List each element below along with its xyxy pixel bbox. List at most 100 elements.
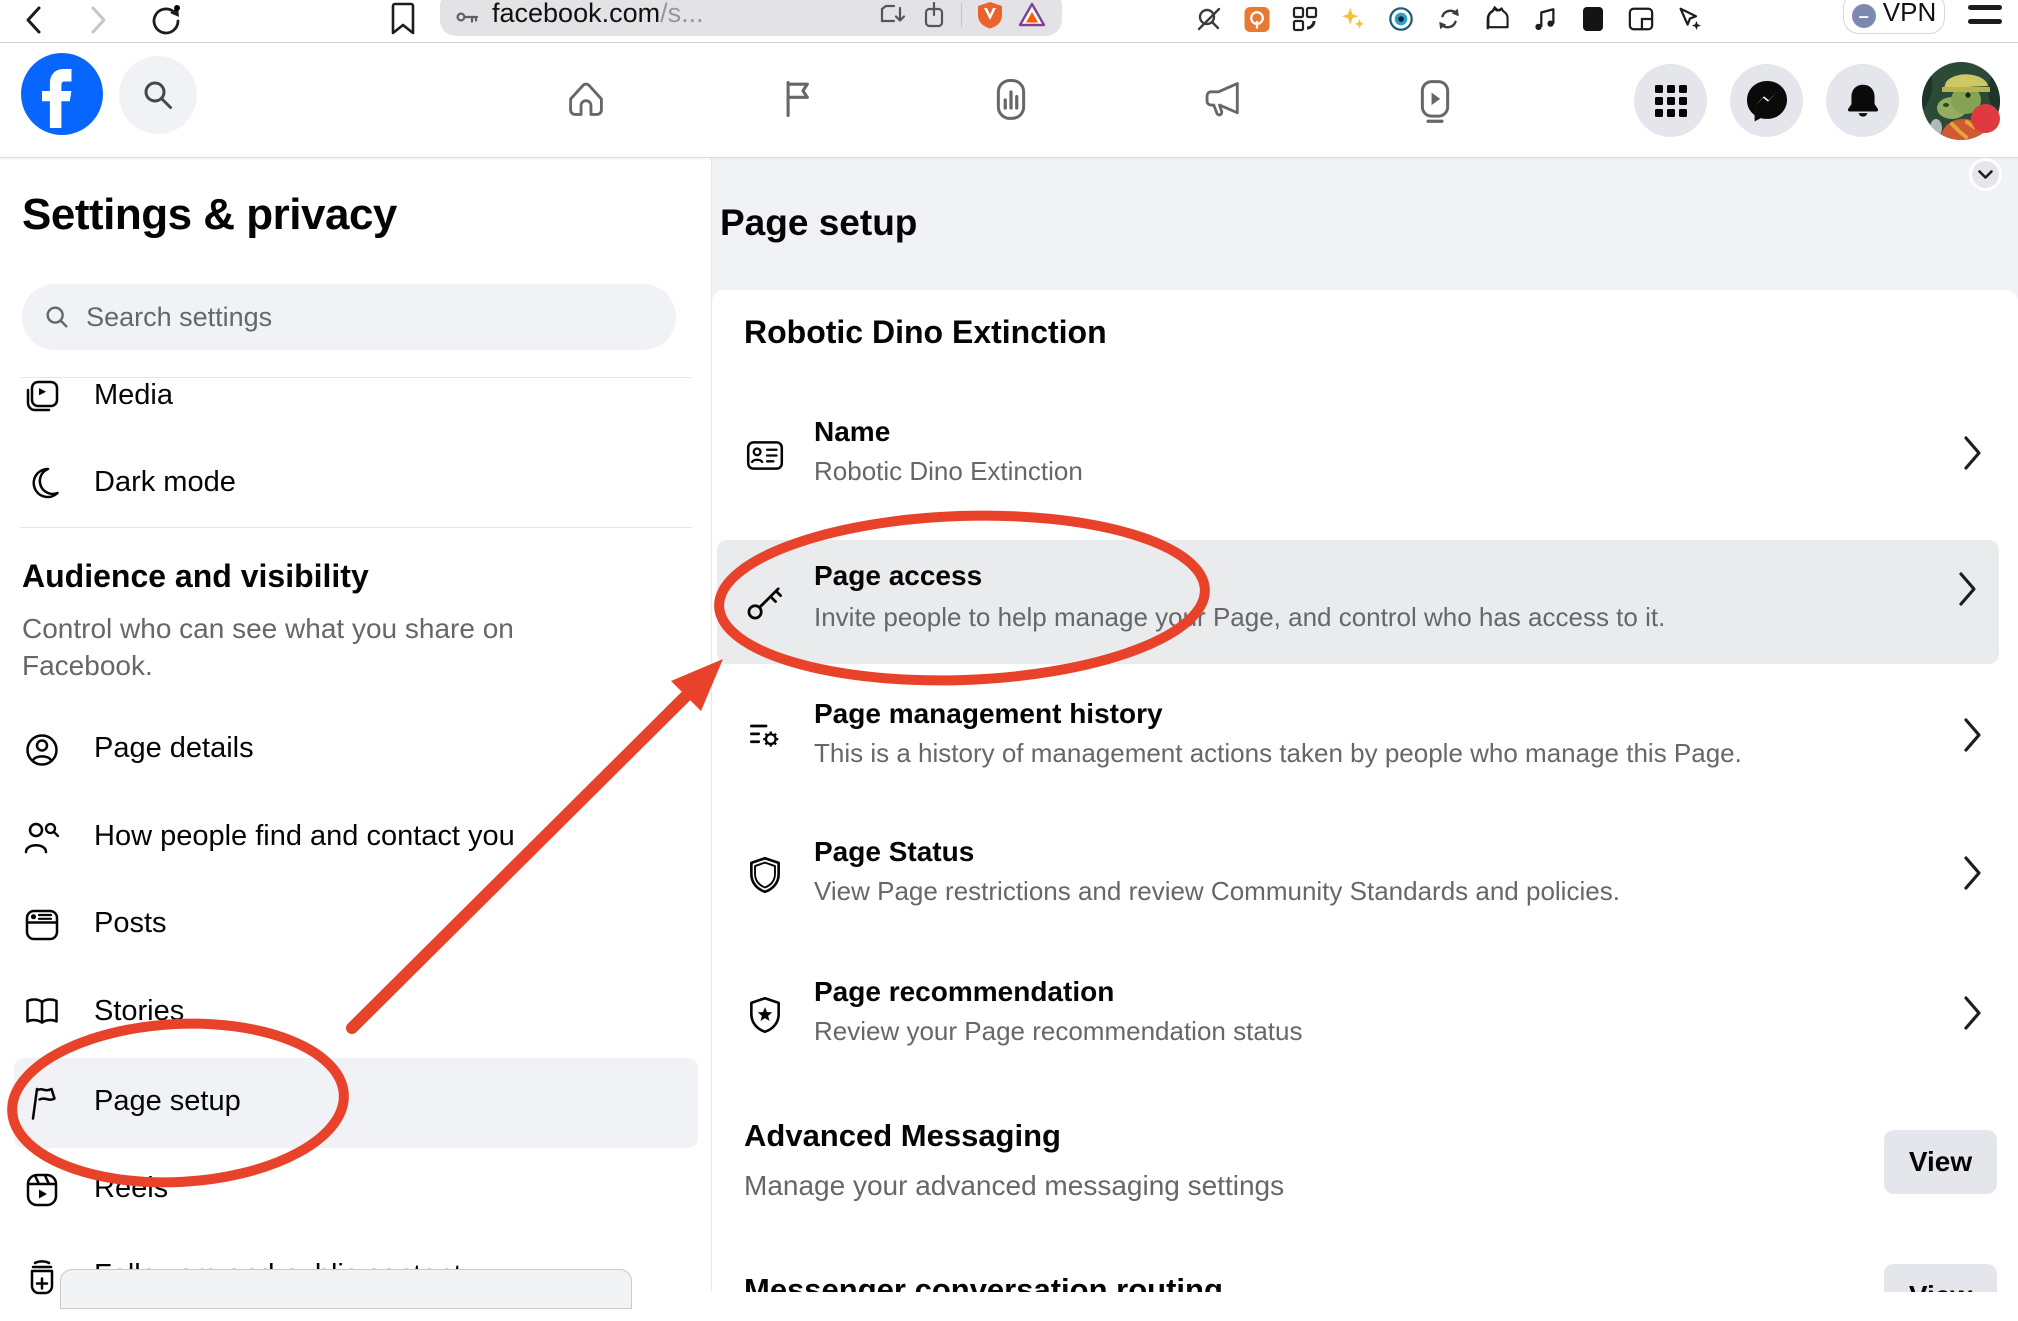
qr-extension-icon[interactable] <box>1292 6 1318 32</box>
back-icon[interactable] <box>22 4 46 36</box>
url-bar[interactable]: facebook.com/s... <box>440 0 1062 36</box>
eye-extension-icon[interactable] <box>1388 6 1414 32</box>
book-icon <box>22 993 62 1033</box>
messenger-icon <box>1744 78 1790 124</box>
divider <box>20 527 692 528</box>
shield-star-icon <box>744 994 786 1036</box>
forward-icon[interactable] <box>86 4 110 36</box>
black-square-extension-icon[interactable] <box>1580 6 1606 32</box>
sidebar-item-label: Dark mode <box>94 466 236 499</box>
chevron-right-icon <box>1962 854 1984 892</box>
row-subtitle: This is a history of management actions … <box>814 738 1742 769</box>
media-icon <box>22 377 62 417</box>
search-disabled-icon[interactable] <box>1196 6 1222 32</box>
sidebar-section-description: Control who can see what you share on Fa… <box>22 610 622 684</box>
passkey-icon <box>456 5 480 29</box>
sidebar-item-dark-mode[interactable]: Dark mode <box>0 440 712 528</box>
bell-icon <box>1842 80 1884 122</box>
video-nav-icon[interactable] <box>1412 77 1458 123</box>
divider <box>961 3 962 27</box>
sidebar-item-media[interactable]: Media <box>0 353 712 441</box>
browser-menu-icon[interactable] <box>1968 5 2002 33</box>
sidebar-title: Settings & privacy <box>22 190 397 240</box>
sidebar-item-label: Media <box>94 379 173 412</box>
chevron-right-icon <box>1962 434 1984 472</box>
settings-row-name[interactable]: Name Robotic Dino Extinction <box>712 408 2018 504</box>
recycle-extension-icon[interactable] <box>1436 6 1462 32</box>
messenger-button[interactable] <box>1730 64 1803 137</box>
music-notes-extension-icon[interactable] <box>1532 6 1558 32</box>
link-preview-bubble <box>60 1269 632 1309</box>
facebook-logo[interactable] <box>21 53 103 135</box>
sparkles-extension-icon[interactable] <box>1340 6 1366 32</box>
page-name-heading: Robotic Dino Extinction <box>744 314 1107 351</box>
home-nav-icon[interactable] <box>563 77 609 121</box>
key-icon <box>743 580 787 624</box>
sidebar-item-posts[interactable]: Posts <box>0 881 712 969</box>
sidebar-item-reels[interactable]: Reels <box>0 1146 712 1234</box>
chevron-right-icon <box>1957 570 1979 608</box>
vpn-label: VPN <box>1883 0 1936 28</box>
account-chevron-icon[interactable] <box>1972 161 1999 188</box>
settings-row-page-recommendation[interactable]: Page recommendation Review your Page rec… <box>712 968 2018 1064</box>
bat-triangle-extension-icon[interactable] <box>1018 2 1046 28</box>
search-settings-box[interactable] <box>22 284 676 350</box>
reload-icon[interactable] <box>148 5 180 37</box>
vpn-button[interactable]: – VPN <box>1843 0 1945 34</box>
grid-icon <box>1652 82 1690 120</box>
facebook-header <box>0 43 2018 158</box>
reader-download-icon[interactable] <box>879 2 907 28</box>
apps-menu-button[interactable] <box>1634 64 1707 137</box>
person-search-icon <box>22 818 62 858</box>
sidebar-item-label: Stories <box>94 995 184 1028</box>
sidebar-item-label: How people find and contact you <box>94 820 515 853</box>
bookmark-icon[interactable] <box>390 2 416 36</box>
person-plus-icon <box>22 1257 62 1297</box>
search-button[interactable] <box>119 56 197 134</box>
settings-row-management-history[interactable]: Page management history This is a histor… <box>712 690 2018 786</box>
row-title: Page access <box>814 560 982 592</box>
section-title-messenger-routing: Messenger conversation routing <box>744 1272 1223 1292</box>
row-subtitle: View Page restrictions and review Commun… <box>814 876 1620 907</box>
orange-shield-extension-icon[interactable] <box>977 1 1003 29</box>
vpn-status-icon: – <box>1852 4 1876 28</box>
page-title: Page setup <box>720 202 917 244</box>
row-title: Page recommendation <box>814 976 1114 1008</box>
search-icon <box>139 76 177 114</box>
notifications-button[interactable] <box>1826 64 1899 137</box>
moon-icon <box>22 464 62 504</box>
flag-icon <box>22 1083 62 1123</box>
chevron-right-icon <box>1962 994 1984 1032</box>
row-subtitle: Invite people to help manage your Page, … <box>814 602 1665 633</box>
cursor-sparkle-extension-icon[interactable] <box>1676 6 1702 32</box>
settings-row-page-status[interactable]: Page Status View Page restrictions and r… <box>712 828 2018 924</box>
history-gear-icon <box>744 716 786 758</box>
browser-toolbar: facebook.com/s... <box>0 0 2018 43</box>
sidebar-item-page-setup[interactable]: Page setup <box>0 1059 712 1147</box>
person-circle-icon <box>22 730 62 770</box>
row-title: Page management history <box>814 698 1163 730</box>
window-extension-icon[interactable] <box>1628 6 1654 32</box>
sidebar-item-label: Posts <box>94 907 167 940</box>
chevron-right-icon <box>1962 716 1984 754</box>
settings-sidebar: Settings & privacy Media Dark mode Audie… <box>0 158 712 1292</box>
sidebar-item-stories[interactable]: Stories <box>0 969 712 1057</box>
row-subtitle: Robotic Dino Extinction <box>814 456 1083 487</box>
ads-megaphone-nav-icon[interactable] <box>1200 77 1246 121</box>
settings-row-page-access[interactable]: Page access Invite people to help manage… <box>717 540 1999 664</box>
share-icon[interactable] <box>922 1 946 29</box>
shield-icon <box>744 854 786 896</box>
sidebar-item-how-people-find[interactable]: How people find and contact you <box>0 794 712 882</box>
pages-flag-nav-icon[interactable] <box>776 77 820 121</box>
insights-nav-icon[interactable] <box>988 77 1034 123</box>
search-settings-input[interactable] <box>86 302 654 333</box>
view-advanced-messaging-button[interactable]: View <box>1884 1130 1997 1194</box>
ghost-extension-icon[interactable] <box>1484 6 1510 32</box>
view-messenger-routing-button[interactable]: View <box>1884 1264 1997 1292</box>
row-title: Name <box>814 416 890 448</box>
sidebar-item-page-details[interactable]: Page details <box>0 706 712 794</box>
mail-extension-icon[interactable] <box>1244 6 1270 32</box>
url-text: facebook.com/s... <box>492 0 704 29</box>
reels-icon <box>22 1170 62 1210</box>
sidebar-item-label: Page setup <box>94 1085 241 1118</box>
